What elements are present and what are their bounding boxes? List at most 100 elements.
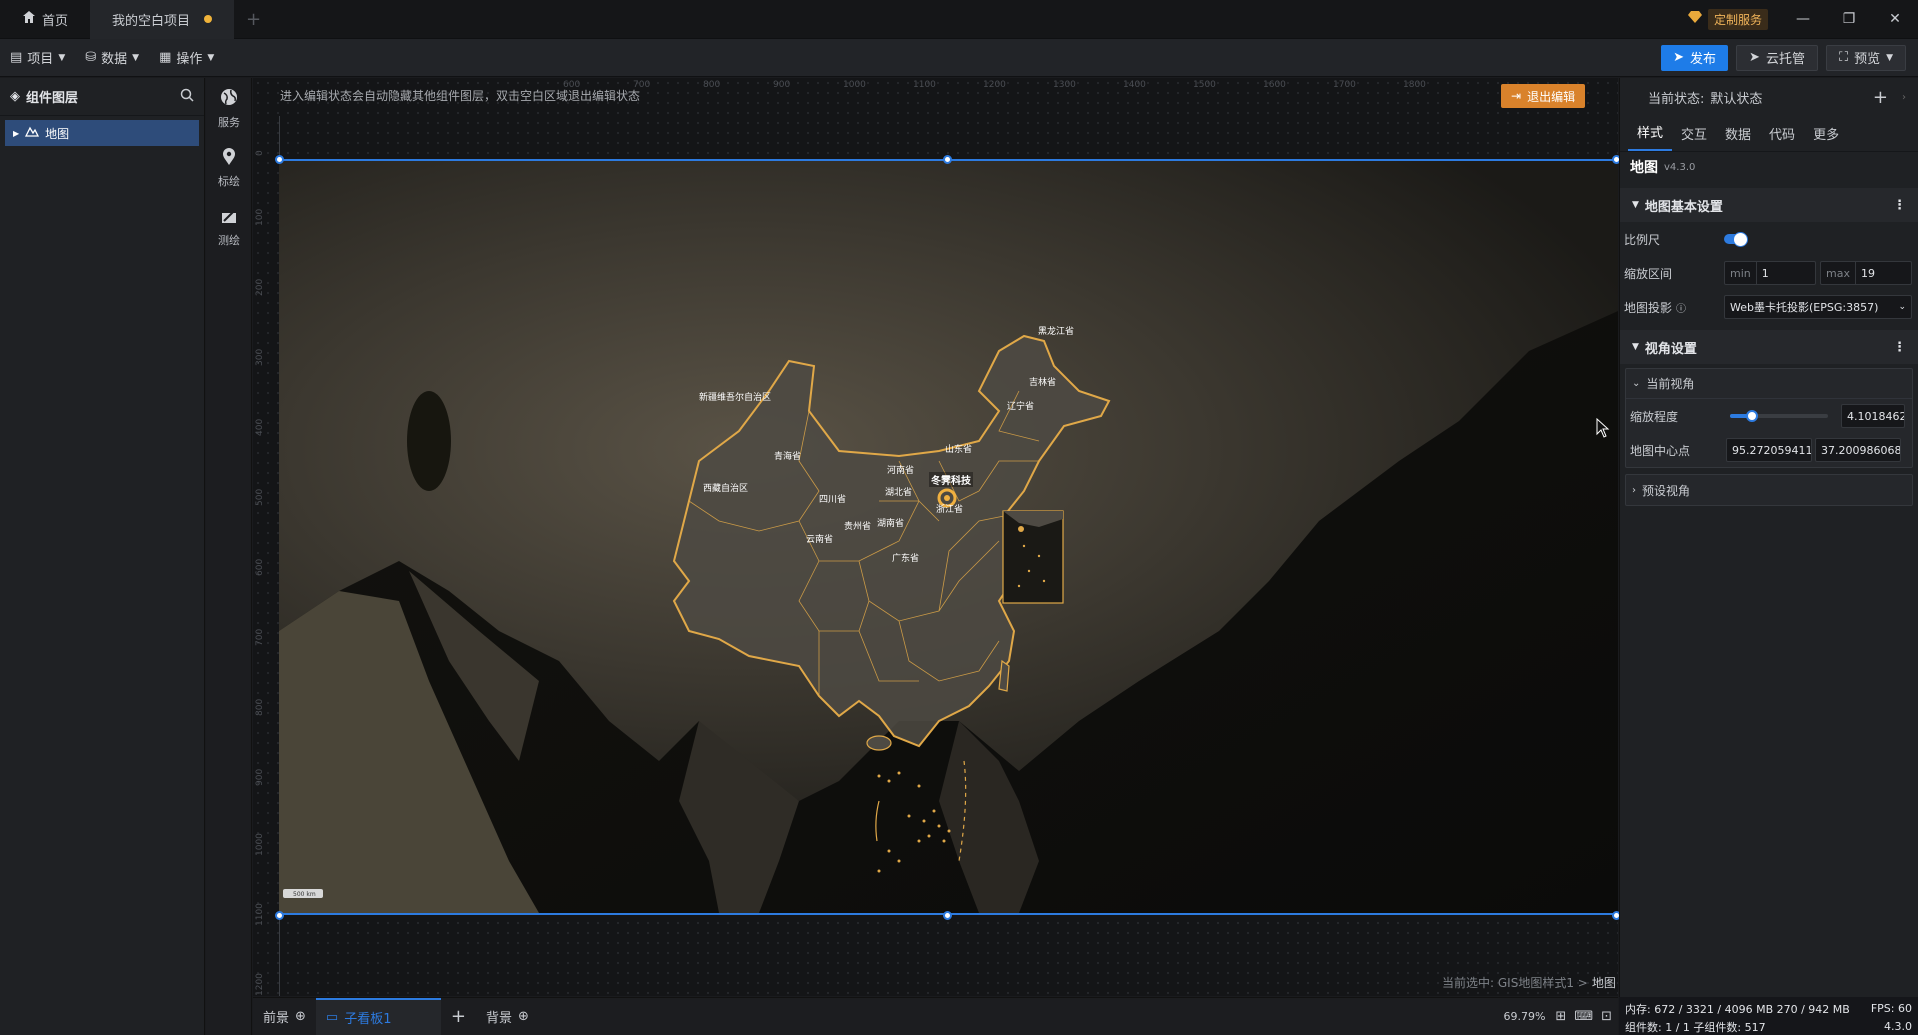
tab-sub-board[interactable]: ▭ 子看板1 (315, 997, 441, 1035)
projection-select[interactable]: Web墨卡托投影(EPSG:3857) ⌄ (1724, 295, 1912, 319)
menu-data-label: 数据 (101, 52, 128, 67)
layer-item-map[interactable]: ▶ 地图 (5, 120, 199, 146)
section-view[interactable]: ▼ 视角设置 ⋮ (1620, 330, 1918, 364)
preset-view-title: 预设视角 (1642, 483, 1691, 498)
exit-icon: ⇥ (1511, 89, 1522, 103)
fit-screen-icon[interactable]: ⊞ (1555, 1009, 1566, 1024)
center-lat-field[interactable]: 37.2009860681( (1815, 438, 1901, 462)
minimize-button[interactable]: — (1780, 0, 1826, 39)
mouse-cursor-icon (1596, 417, 1610, 442)
label-jilin: 吉林省 (1029, 378, 1057, 388)
map-view[interactable] (279, 161, 1618, 913)
terminal-icon[interactable]: ⊡ (1601, 1009, 1612, 1024)
label-zhejiang: 浙江省 (936, 505, 964, 515)
label-henan: 河南省 (887, 466, 915, 476)
zoom-min-field[interactable]: min 1 (1724, 261, 1816, 285)
current-selection: 当前选中: GIS地图样式1 > 地图 (1442, 974, 1616, 991)
send-icon: ➤ (1749, 50, 1760, 65)
min-label: min (1725, 262, 1757, 284)
zoom-level-field[interactable]: 4.10184629( (1841, 404, 1905, 428)
current-view-group: ⌄ 当前视角 缩放程度 4.10184629( 地图中心点 95.2720594… (1625, 368, 1913, 468)
resize-handle-bottom[interactable] (943, 911, 952, 920)
section-basic[interactable]: ▼ 地图基本设置 ⋮ (1620, 188, 1918, 222)
unsaved-dot-icon (204, 15, 213, 23)
publish-button[interactable]: ➤ 发布 (1661, 44, 1729, 71)
chevron-down-icon: ▼ (1886, 52, 1893, 63)
tool-mark[interactable]: 标绘 (206, 138, 252, 198)
tab-more[interactable]: 更多 (1804, 124, 1848, 151)
menu-operation[interactable]: ▦ 操作 ▼ (149, 39, 224, 77)
add-state-icon[interactable]: + (1873, 87, 1888, 108)
add-circle-icon[interactable]: ⊕ (518, 1009, 529, 1024)
ruler-tick-label: 800 (255, 698, 265, 716)
projection-label: 地图投影 (1624, 300, 1673, 315)
ruler-tick-label: 1700 (1333, 80, 1356, 90)
section-view-title: 视角设置 (1644, 341, 1697, 357)
map-component[interactable]: 黑龙江省 吉林省 辽宁省 新疆维吾尔自治区 青海省 西藏自治区 山东省 河南省 … (279, 159, 1618, 915)
menu-project[interactable]: ▤ 项目 ▼ (0, 39, 75, 77)
current-view-header[interactable]: ⌄ 当前视角 (1626, 369, 1912, 399)
custom-service-label: 定制服务 (1707, 8, 1768, 30)
keyboard-icon[interactable]: ⌨ (1574, 1009, 1593, 1024)
exit-edit-button[interactable]: ⇥ 退出编辑 (1501, 84, 1586, 108)
custom-service-link[interactable]: 定制服务 (1687, 8, 1768, 30)
tab-background[interactable]: 背景 ⊕ (476, 998, 539, 1035)
ruler-tick-label: 700 (255, 628, 265, 646)
preview-button[interactable]: ⛶ 预览 ▼ (1825, 44, 1906, 71)
component-version: v4.3.0 (1664, 161, 1696, 173)
close-button[interactable]: ✕ (1872, 0, 1918, 39)
add-circle-icon[interactable]: ⊕ (295, 1009, 306, 1024)
ruler-tick-label: 500 (255, 488, 265, 506)
ruler-tick-label: 900 (255, 768, 265, 786)
add-board-button[interactable]: + (441, 998, 476, 1035)
selection-item[interactable]: 地图 (1592, 974, 1616, 991)
zoom-level-slider[interactable] (1730, 410, 1828, 422)
tab-interaction[interactable]: 交互 (1672, 124, 1716, 151)
help-icon[interactable]: ⓘ (1676, 300, 1686, 315)
preset-view-group[interactable]: › 预设视角 (1625, 474, 1913, 506)
resize-handle-top[interactable] (943, 155, 952, 164)
max-value: 19 (1860, 266, 1875, 280)
zoom-range-label: 缩放区间 (1624, 266, 1673, 281)
chevron-right-icon[interactable]: › (1902, 92, 1906, 103)
caret-right-icon[interactable]: ▶ (13, 129, 19, 138)
resize-handle-top-left[interactable] (275, 155, 284, 164)
restore-button[interactable]: ❐ (1826, 0, 1872, 39)
component-name: 地图 (1630, 160, 1658, 176)
zoom-level[interactable]: 69.79% (1503, 1010, 1545, 1023)
label-shandong: 山东省 (945, 445, 973, 455)
ruler-tick-label: 300 (255, 348, 265, 366)
property-tabs: 样式 交互 数据 代码 更多 (1620, 116, 1918, 152)
measure-icon (221, 209, 237, 228)
tool-service[interactable]: 服务 (206, 78, 252, 138)
more-vertical-icon[interactable]: ⋮ (1893, 198, 1906, 213)
tab-home-label: 首页 (42, 13, 69, 29)
more-vertical-icon[interactable]: ⋮ (1893, 340, 1906, 355)
board-tabs-bar: 前景 ⊕ ▭ 子看板1 + 背景 ⊕ 69.79% ⊞ ⌨ ⊡ (253, 997, 1618, 1035)
scale-bar-toggle[interactable] (1724, 232, 1748, 247)
caret-down-icon: ▼ (1632, 200, 1639, 210)
zoom-level-thumb[interactable] (1746, 410, 1758, 422)
marker-label: 冬霁科技 (929, 472, 973, 487)
cloud-host-button[interactable]: ➤ 云托管 (1736, 44, 1818, 71)
zoom-max-field[interactable]: max 19 (1820, 261, 1912, 285)
menu-operation-label: 操作 (176, 52, 203, 67)
tab-background-label: 背景 (486, 1011, 513, 1026)
state-value[interactable]: 默认状态 (1710, 88, 1762, 107)
center-lng-field[interactable]: 95.27205941170 (1726, 438, 1812, 462)
prop-projection: 地图投影 ⓘ Web墨卡托投影(EPSG:3857) ⌄ (1620, 290, 1918, 324)
tab-project[interactable]: 我的空白项目 (90, 0, 235, 39)
add-tab-button[interactable]: + (234, 0, 273, 39)
tab-style[interactable]: 样式 (1628, 122, 1673, 151)
search-icon[interactable] (180, 88, 194, 106)
minimize-icon: — (1796, 11, 1810, 27)
tab-foreground[interactable]: 前景 ⊕ (253, 998, 316, 1035)
tab-home[interactable]: 首页 (0, 0, 90, 39)
caspian-sea (407, 391, 451, 491)
tab-data[interactable]: 数据 (1716, 124, 1760, 151)
tab-code[interactable]: 代码 (1760, 124, 1804, 151)
tool-rail: 服务 标绘 测绘 (206, 78, 252, 1035)
resize-handle-bottom-left[interactable] (275, 911, 284, 920)
menu-data[interactable]: ⛁ 数据 ▼ (75, 39, 149, 77)
tool-measure[interactable]: 测绘 (206, 198, 252, 258)
